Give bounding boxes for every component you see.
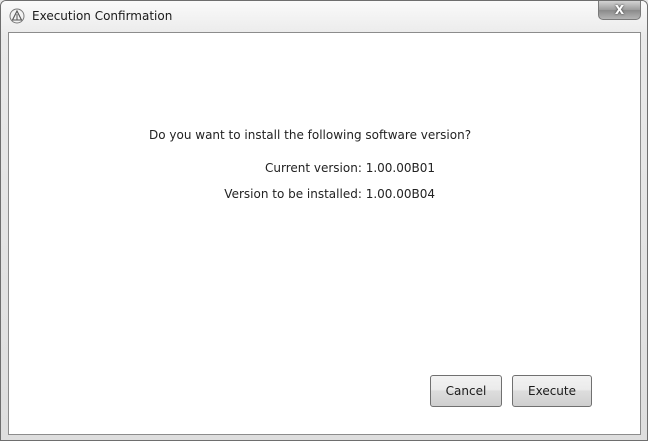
install-version-text: Version to be installed: 1.00.00B04 (224, 187, 435, 201)
title-bar[interactable]: Execution Confirmation X (1, 1, 647, 32)
window-title: Execution Confirmation (32, 9, 173, 23)
execution-confirmation-window: Execution Confirmation X Do you want to … (0, 0, 648, 441)
close-icon: X (614, 3, 625, 17)
app-triangle-icon (9, 8, 25, 24)
close-button[interactable]: X (598, 1, 641, 20)
cancel-button[interactable]: Cancel (430, 375, 502, 407)
current-version-text: Current version: 1.00.00B01 (265, 161, 435, 175)
dialog-content: Do you want to install the following sof… (8, 32, 641, 435)
execute-button[interactable]: Execute (512, 375, 592, 407)
confirmation-question: Do you want to install the following sof… (149, 128, 472, 142)
